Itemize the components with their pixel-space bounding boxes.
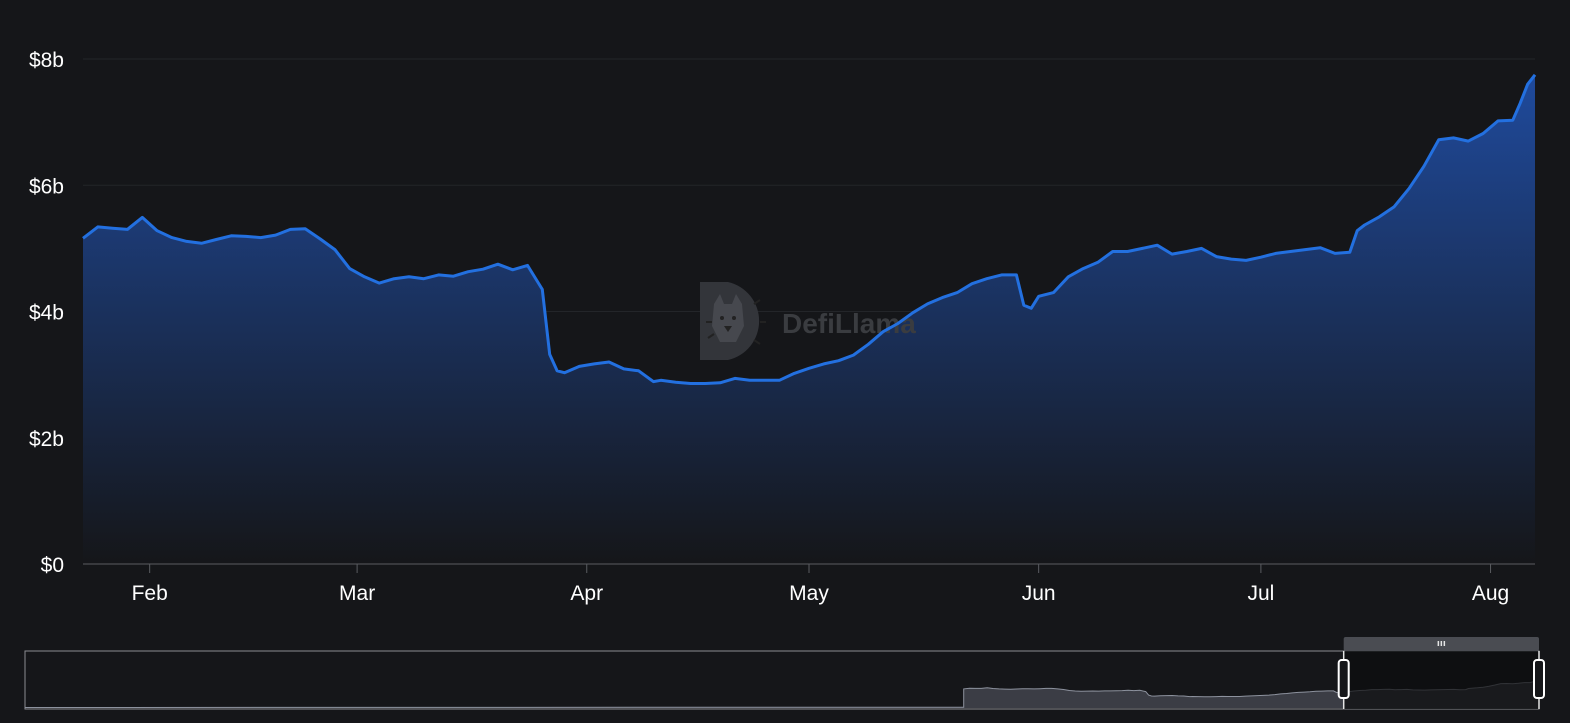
navigator-selection[interactable] — [1343, 651, 1539, 709]
y-tick-label: $6b — [29, 175, 64, 198]
y-tick-label: $2b — [29, 428, 64, 451]
x-tick-label: Feb — [132, 582, 168, 605]
y-tick-label: $0 — [41, 554, 64, 577]
chart-svg: DefiLlama $0$2b$4b$6b$8bFeb Mar Apr May Jun J… — [24, 49, 1545, 710]
range-handle-left-icon[interactable] — [1337, 659, 1350, 699]
x-tick-label: Apr — [570, 582, 603, 605]
range-navigator[interactable] — [24, 637, 1545, 710]
x-tick-label: Mar — [339, 582, 375, 605]
range-handle-right-icon[interactable] — [1533, 659, 1545, 699]
y-tick-label: $8b — [29, 49, 64, 72]
tvl-chart: DefiLlama $0 $2b $4b $6b $8b Feb Mar Apr May Jun J… — [0, 0, 1570, 718]
y-tick-label: $4b — [29, 302, 64, 325]
llama-logo-icon — [700, 282, 766, 360]
x-tick-label: Jun — [1022, 582, 1056, 605]
x-tick-label: May — [789, 582, 829, 605]
x-tick-label: Aug — [1472, 582, 1509, 605]
x-tick-label: Jul — [1247, 582, 1274, 605]
